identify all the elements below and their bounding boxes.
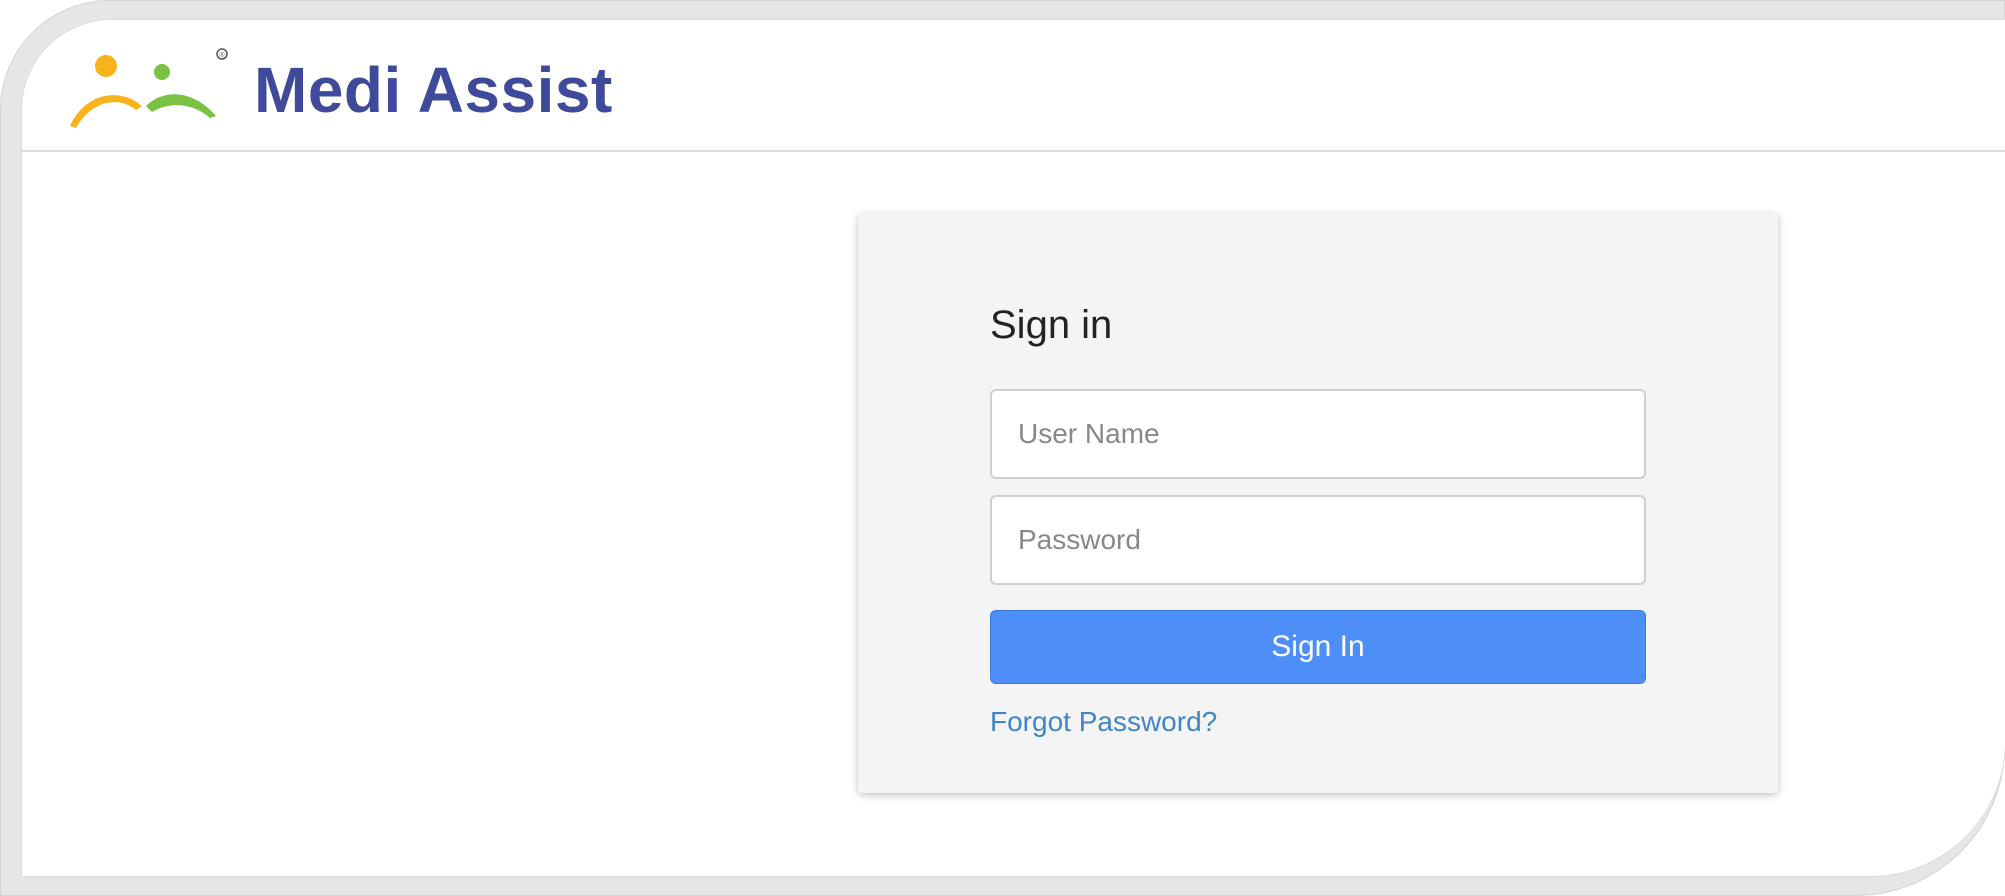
signin-button[interactable]: Sign In <box>990 610 1646 684</box>
signin-title: Sign in <box>990 303 1113 347</box>
username-input[interactable] <box>990 389 1646 479</box>
signin-card: Sign in Sign In Forgot Password? <box>858 213 1778 793</box>
page: ® Medi Assist Sign in Sign In Forgot Pas… <box>22 20 2005 876</box>
password-input[interactable] <box>990 495 1646 585</box>
forgot-password-link[interactable]: Forgot Password? <box>990 706 1217 738</box>
registered-mark: ® <box>219 51 225 59</box>
brand-logo[interactable]: ® Medi Assist <box>64 40 613 140</box>
medi-assist-logo-icon: ® <box>70 48 228 128</box>
top-header: ® Medi Assist <box>22 20 2005 152</box>
brand-name: Medi Assist <box>254 54 613 126</box>
